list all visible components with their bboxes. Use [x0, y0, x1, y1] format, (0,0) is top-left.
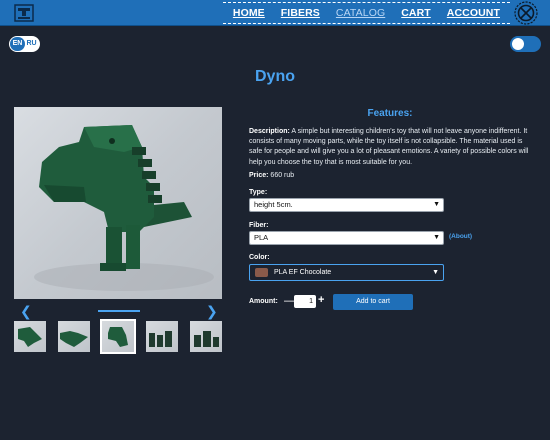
gallery-pager-indicator: [98, 310, 140, 312]
lang-en-option[interactable]: EN: [10, 37, 25, 51]
product-title: Dyno: [255, 68, 295, 85]
dino-toy-image: [34, 125, 214, 291]
type-label: Type:: [249, 189, 268, 196]
fiber-about-link[interactable]: (About): [449, 233, 472, 240]
nav-cart-link[interactable]: CART: [401, 7, 431, 19]
fiber-select-value: PLA: [254, 233, 269, 242]
chevron-down-icon: ▼: [433, 201, 440, 208]
triangle-down-icon: ▼: [432, 269, 439, 276]
nav-home-link[interactable]: HOME: [233, 7, 265, 19]
fiber-select[interactable]: PLA ▼: [249, 231, 444, 245]
gallery-prev-arrow-icon[interactable]: ❮: [20, 304, 32, 318]
amount-label: Amount:: [249, 298, 278, 305]
quantity-input[interactable]: 1: [294, 295, 316, 308]
top-navbar: HOME FIBERS CATALOG CART ACCOUNT: [0, 0, 550, 26]
thumbnail-5[interactable]: [190, 321, 222, 352]
chevron-down-icon: ▼: [433, 234, 440, 241]
thumbnail-3[interactable]: [100, 319, 136, 354]
add-to-cart-button[interactable]: Add to cart: [333, 294, 413, 310]
main-nav: HOME FIBERS CATALOG CART ACCOUNT: [222, 2, 510, 24]
logo-icon[interactable]: [14, 4, 34, 22]
type-select-value: height 5cm.: [254, 200, 293, 209]
price-value: 660 rub: [270, 172, 295, 179]
description-label: Description:: [249, 128, 290, 135]
theme-toggle[interactable]: [510, 36, 541, 52]
gallery-thumbnails: [14, 319, 222, 354]
product-main-image[interactable]: [14, 107, 222, 299]
type-select[interactable]: height 5cm. ▼: [249, 198, 444, 212]
gallery-next-arrow-icon[interactable]: ❯: [206, 304, 218, 318]
language-toggle[interactable]: EN RU: [9, 36, 40, 52]
theme-toggle-knob-icon: [512, 38, 524, 50]
lang-ru-option[interactable]: RU: [25, 37, 38, 51]
description-text: A simple but interesting children's toy …: [249, 128, 529, 166]
color-label: Color:: [249, 254, 270, 261]
thumbnail-2[interactable]: [58, 321, 90, 352]
nav-catalog-link[interactable]: CATALOG: [336, 7, 385, 19]
increment-button[interactable]: +: [318, 294, 324, 307]
settings-gear-icon[interactable]: [514, 1, 538, 25]
price-label: Price:: [249, 172, 269, 179]
nav-fibers-link[interactable]: FIBERS: [281, 7, 320, 19]
product-description: Description: A simple but interesting ch…: [249, 127, 535, 168]
thumbnail-4[interactable]: [146, 321, 178, 352]
features-heading: Features:: [367, 108, 413, 119]
color-swatch: [255, 268, 268, 277]
product-price: Price: 660 rub: [249, 172, 294, 179]
color-select[interactable]: PLA EF Chocolate ▼: [249, 264, 444, 281]
fiber-label: Fiber:: [249, 222, 269, 229]
nav-account-link[interactable]: ACCOUNT: [447, 7, 500, 19]
color-select-value: PLA EF Chocolate: [274, 269, 332, 276]
thumbnail-1[interactable]: [14, 321, 46, 352]
